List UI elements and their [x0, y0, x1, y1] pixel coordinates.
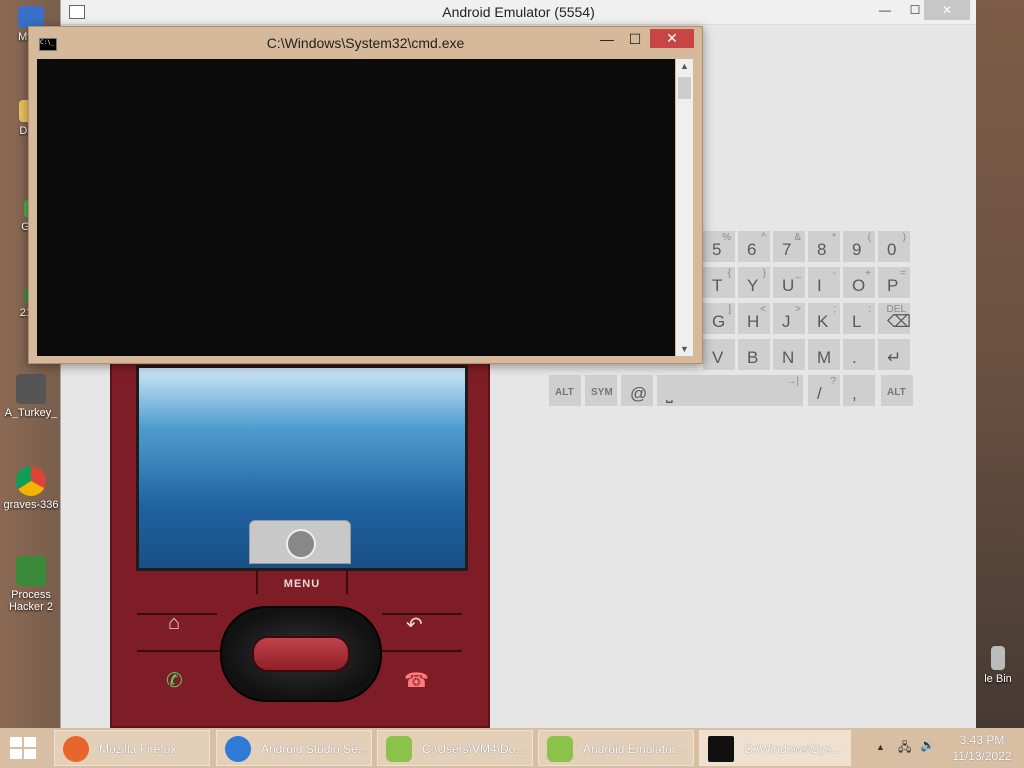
end-call-icon[interactable]: ☎ [404, 668, 429, 693]
volume-icon[interactable]: 🔊 [920, 738, 935, 752]
desktop-icon-label: graves-336 [3, 499, 59, 511]
cmd-titlebar[interactable]: C:\_ C:\Windows\System32\cmd.exe — ☐ ✕ [29, 27, 702, 57]
key-slash[interactable]: /? [807, 374, 841, 407]
emulator-titlebar[interactable]: Android Emulator (5554) — ☐ ✕ [61, 0, 976, 25]
cmd-maximize-button[interactable]: ☐ [622, 29, 648, 49]
cmd-close-button[interactable]: ✕ [650, 29, 694, 48]
key-o[interactable]: O + [842, 266, 876, 299]
divider [137, 650, 221, 652]
cmd-scrollbar[interactable]: ▲ ▼ [676, 59, 693, 356]
key-m[interactable]: M [807, 338, 841, 371]
desktop-icon-label: Process Hacker 2 [8, 589, 54, 613]
key-0[interactable]: 0) [877, 230, 911, 263]
image-icon [16, 374, 46, 404]
android-icon [386, 736, 412, 762]
key-b[interactable]: B [737, 338, 771, 371]
key-comma[interactable]: , [842, 374, 876, 407]
firefox-icon [63, 736, 89, 762]
key-9[interactable]: 9( [842, 230, 876, 263]
key-space[interactable]: ⎵ →| [656, 374, 804, 407]
scroll-up-icon[interactable]: ▲ [676, 61, 693, 71]
desktop-icon-turkey[interactable]: A_Turkey_ [0, 374, 62, 419]
cmd-window: C:\_ C:\Windows\System32\cmd.exe — ☐ ✕ ▲… [28, 26, 703, 364]
chrome-icon [16, 466, 46, 496]
call-icon[interactable]: ✆ [166, 668, 183, 693]
key-enter[interactable]: ↵ [877, 338, 911, 371]
key-i[interactable]: I- [807, 266, 841, 299]
key-alt-right[interactable]: ALT [880, 374, 914, 407]
taskbar: Mozilla Firefox Android Studio Se... C:\… [0, 728, 1024, 768]
launcher-arrow-icon [286, 529, 316, 559]
menu-button[interactable]: MENU [256, 570, 348, 594]
divider [378, 650, 462, 652]
cmd-console[interactable] [37, 59, 675, 356]
home-icon[interactable]: ⌂ [168, 612, 180, 635]
tray-overflow-icon[interactable]: ▲ [876, 742, 885, 752]
cmd-minimize-button[interactable]: — [594, 29, 620, 49]
back-icon[interactable]: ↶ [406, 612, 423, 637]
key-8[interactable]: 8 * [807, 230, 841, 263]
recycle-bin-icon [991, 646, 1005, 670]
key-h[interactable]: H < [737, 302, 771, 335]
key-7[interactable]: 7 & [772, 230, 806, 263]
android-studio-icon [225, 736, 251, 762]
key-n[interactable]: N [772, 338, 806, 371]
key-j[interactable]: J > [772, 302, 806, 335]
desktop-wallpaper-right [975, 0, 1024, 728]
emulator-close-button[interactable]: ✕ [924, 0, 970, 20]
taskbar-item-firefox[interactable]: Mozilla Firefox [54, 730, 210, 766]
key-p[interactable]: P = [877, 266, 911, 299]
key-at[interactable]: @ [620, 374, 654, 407]
cmd-icon [708, 736, 734, 762]
desktop-icon-graves[interactable]: graves-336 [0, 466, 62, 511]
key-period[interactable]: . [842, 338, 876, 371]
start-button[interactable] [8, 736, 38, 760]
key-sym[interactable]: SYM [584, 374, 618, 407]
launcher-handle[interactable] [249, 520, 351, 564]
clock-date: 11/13/2022 [952, 749, 1012, 763]
clock-time: 3:43 PM [959, 733, 1005, 747]
taskbar-item-android-emulator[interactable]: Android Emulator... [538, 730, 694, 766]
desktop-icon-process-hacker[interactable]: Process Hacker 2 [0, 556, 62, 613]
key-g[interactable]: G] [702, 302, 736, 335]
android-icon [547, 736, 573, 762]
key-k[interactable]: K; [807, 302, 841, 335]
key-6[interactable]: 6 ^ [737, 230, 771, 263]
key-delete[interactable]: ⌫ DEL [877, 302, 911, 335]
desktop-icon-recycle-bin[interactable]: le Bin [972, 646, 1024, 685]
computer-icon [18, 6, 44, 28]
key-5[interactable]: 5% [702, 230, 736, 263]
desktop-icon-label: A_Turkey_ [4, 407, 58, 419]
scroll-down-icon[interactable]: ▼ [676, 344, 693, 354]
key-t[interactable]: T{ [702, 266, 736, 299]
desktop-icon-label: le Bin [984, 673, 1012, 685]
key-l[interactable]: L: [842, 302, 876, 335]
taskbar-item-cmd-users[interactable]: C:\Users\VM4\Do... [377, 730, 533, 766]
emulator-title: Android Emulator (5554) [442, 4, 595, 20]
key-u[interactable]: U _ [772, 266, 806, 299]
emulator-minimize-button[interactable]: — [870, 0, 900, 20]
key-alt-left[interactable]: ALT [548, 374, 582, 407]
key-y[interactable]: Y} [737, 266, 771, 299]
process-hacker-icon [16, 556, 46, 586]
network-icon[interactable]: 🖧 [898, 738, 911, 759]
dpad-center-button[interactable] [252, 636, 350, 672]
key-v[interactable]: V [702, 338, 736, 371]
scrollbar-thumb[interactable] [678, 77, 691, 99]
taskbar-item-cmd-system32[interactable]: C:\Windows\Sys... [699, 730, 851, 766]
taskbar-item-android-studio-setup[interactable]: Android Studio Se... [216, 730, 372, 766]
dpad[interactable] [220, 606, 382, 702]
system-clock[interactable]: 3:43 PM 11/13/2022 [944, 732, 1020, 764]
